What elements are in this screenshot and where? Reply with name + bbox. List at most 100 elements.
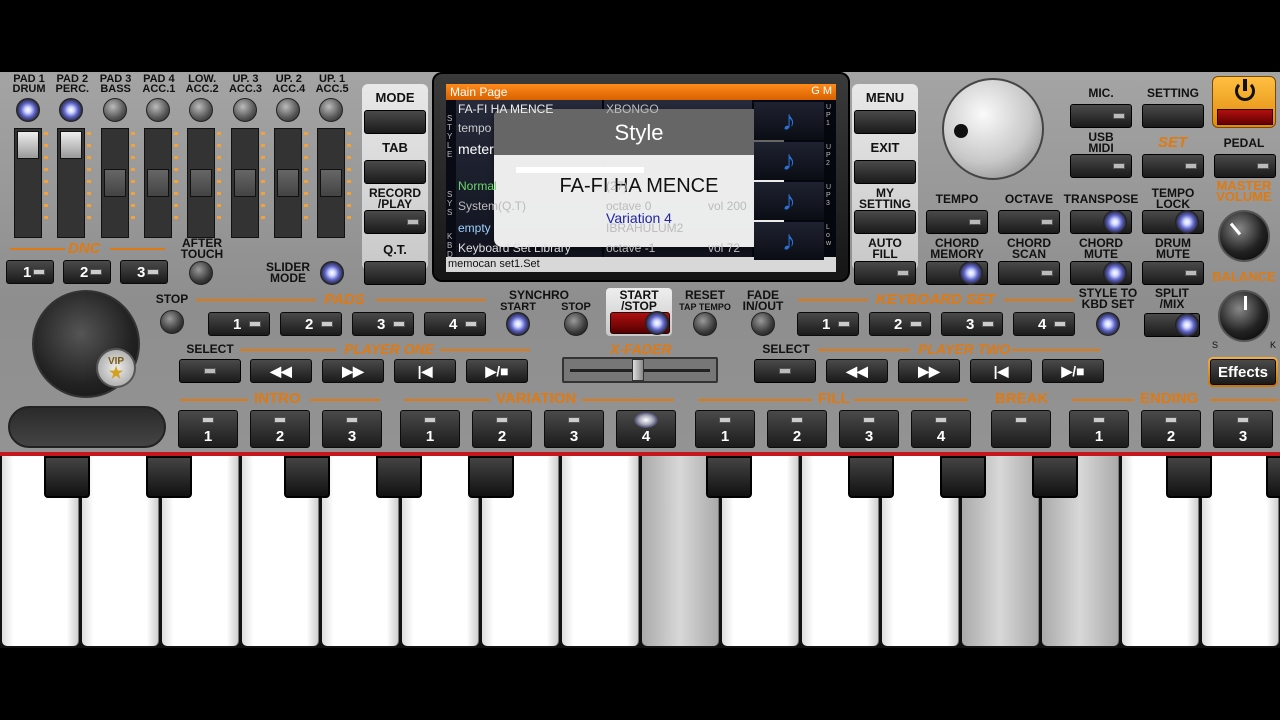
pad-top-led[interactable]: [145, 98, 170, 122]
arranger-button[interactable]: 1: [1069, 410, 1129, 448]
piano-keyboard[interactable]: [0, 456, 1280, 648]
channel-slider[interactable]: [317, 128, 346, 238]
slider-handle[interactable]: [103, 169, 126, 197]
slider-mode-led[interactable]: [320, 261, 344, 285]
exit-button[interactable]: [854, 160, 916, 184]
keyboard-set-button-3[interactable]: 3: [941, 312, 1003, 336]
black-key[interactable]: [376, 456, 422, 498]
mic-button[interactable]: [1070, 104, 1132, 128]
pad-button-4[interactable]: 4: [424, 312, 486, 336]
pad-top-led[interactable]: [102, 98, 127, 122]
arranger-button[interactable]: 3: [1213, 410, 1273, 448]
fade-knob[interactable]: [751, 312, 775, 336]
stop-knob[interactable]: [160, 310, 184, 334]
black-key[interactable]: [1166, 456, 1212, 498]
player-two-play-stop-button[interactable]: ▶/■: [1042, 359, 1104, 383]
arranger-button[interactable]: 1: [400, 410, 460, 448]
arranger-button[interactable]: 4: [911, 410, 971, 448]
arranger-button[interactable]: 1: [695, 410, 755, 448]
arranger-button[interactable]: 4: [616, 410, 676, 448]
pad-top-led[interactable]: [189, 98, 214, 122]
pad-top-led[interactable]: [59, 98, 84, 122]
player-one-rewind-button[interactable]: ◀◀: [250, 359, 312, 383]
chord-memory-button[interactable]: [926, 261, 988, 285]
tempo-lock-button[interactable]: [1142, 210, 1204, 234]
slider-handle[interactable]: [276, 169, 299, 197]
keyboard-set-button-4[interactable]: 4: [1013, 312, 1075, 336]
joystick[interactable]: VIP ★: [32, 290, 140, 398]
x-fader-handle[interactable]: [632, 359, 644, 381]
player-one-skip-back-button[interactable]: |◀: [394, 359, 456, 383]
arranger-button[interactable]: 2: [1141, 410, 1201, 448]
menu-button[interactable]: [854, 110, 916, 134]
arranger-button[interactable]: 1: [178, 410, 238, 448]
auto-fill-button[interactable]: [854, 261, 916, 285]
set-button[interactable]: [1142, 154, 1204, 178]
pad-button-2[interactable]: 2: [280, 312, 342, 336]
pedal-button[interactable]: [1214, 154, 1276, 178]
my-setting-button[interactable]: [854, 210, 916, 234]
record-play-button[interactable]: [364, 210, 426, 234]
arranger-button[interactable]: [991, 410, 1051, 448]
player-two-rewind-button[interactable]: ◀◀: [826, 359, 888, 383]
player-two-skip-back-button[interactable]: |◀: [970, 359, 1032, 383]
dnc-button-3[interactable]: 3: [120, 260, 168, 284]
channel-slider[interactable]: [143, 128, 172, 238]
player-one-fast-forward-button[interactable]: ▶▶: [322, 359, 384, 383]
channel-slider[interactable]: [187, 128, 216, 238]
player-one-play-stop-button[interactable]: ▶/■: [466, 359, 528, 383]
black-key[interactable]: [940, 456, 986, 498]
sync-start-led[interactable]: [506, 312, 530, 336]
usb-midi-button[interactable]: [1070, 154, 1132, 178]
transpose-button[interactable]: [1070, 210, 1132, 234]
setting-button[interactable]: [1142, 104, 1204, 128]
arranger-button[interactable]: 3: [839, 410, 899, 448]
black-key[interactable]: [1266, 456, 1280, 498]
black-key[interactable]: [706, 456, 752, 498]
drum-mute-button[interactable]: [1142, 261, 1204, 285]
channel-slider[interactable]: [14, 128, 42, 238]
style-to-kbd-led[interactable]: [1096, 312, 1120, 336]
power-button[interactable]: [1212, 76, 1276, 128]
qt-button[interactable]: [364, 261, 426, 285]
master-volume-knob[interactable]: [1218, 210, 1270, 262]
tempo-button[interactable]: [926, 210, 988, 234]
black-key[interactable]: [1032, 456, 1078, 498]
black-key[interactable]: [468, 456, 514, 498]
tab-button[interactable]: [364, 160, 426, 184]
reset-knob[interactable]: [693, 312, 717, 336]
after-touch-knob[interactable]: [189, 261, 213, 285]
sync-stop-knob[interactable]: [564, 312, 588, 336]
dnc-button-1[interactable]: 1: [6, 260, 54, 284]
black-key[interactable]: [146, 456, 192, 498]
channel-slider[interactable]: [57, 128, 86, 238]
chord-mute-button[interactable]: [1070, 261, 1132, 285]
chord-scan-button[interactable]: [998, 261, 1060, 285]
octave-button[interactable]: [998, 210, 1060, 234]
channel-slider[interactable]: [273, 128, 302, 238]
arranger-button[interactable]: 3: [544, 410, 604, 448]
channel-slider[interactable]: [230, 128, 259, 238]
black-key[interactable]: [284, 456, 330, 498]
slider-handle[interactable]: [146, 169, 169, 197]
slider-handle[interactable]: [60, 131, 83, 159]
pad-button-1[interactable]: 1: [208, 312, 270, 336]
pad-top-led[interactable]: [319, 98, 344, 122]
slider-handle[interactable]: [320, 169, 343, 197]
mode-button[interactable]: [364, 110, 426, 134]
black-key[interactable]: [44, 456, 90, 498]
pitch-bend-wheel[interactable]: [8, 406, 166, 448]
arranger-button[interactable]: 3: [322, 410, 382, 448]
channel-slider[interactable]: [100, 128, 129, 238]
pad-button-3[interactable]: 3: [352, 312, 414, 336]
pad-top-led[interactable]: [232, 98, 257, 122]
dnc-button-2[interactable]: 2: [63, 260, 111, 284]
white-key[interactable]: [562, 456, 639, 646]
slider-handle[interactable]: [17, 131, 39, 159]
select-one-button[interactable]: [179, 359, 241, 383]
slider-handle[interactable]: [190, 169, 213, 197]
slider-handle[interactable]: [233, 169, 256, 197]
black-key[interactable]: [848, 456, 894, 498]
keyboard-set-button-2[interactable]: 2: [869, 312, 931, 336]
balance-knob[interactable]: [1218, 290, 1270, 342]
